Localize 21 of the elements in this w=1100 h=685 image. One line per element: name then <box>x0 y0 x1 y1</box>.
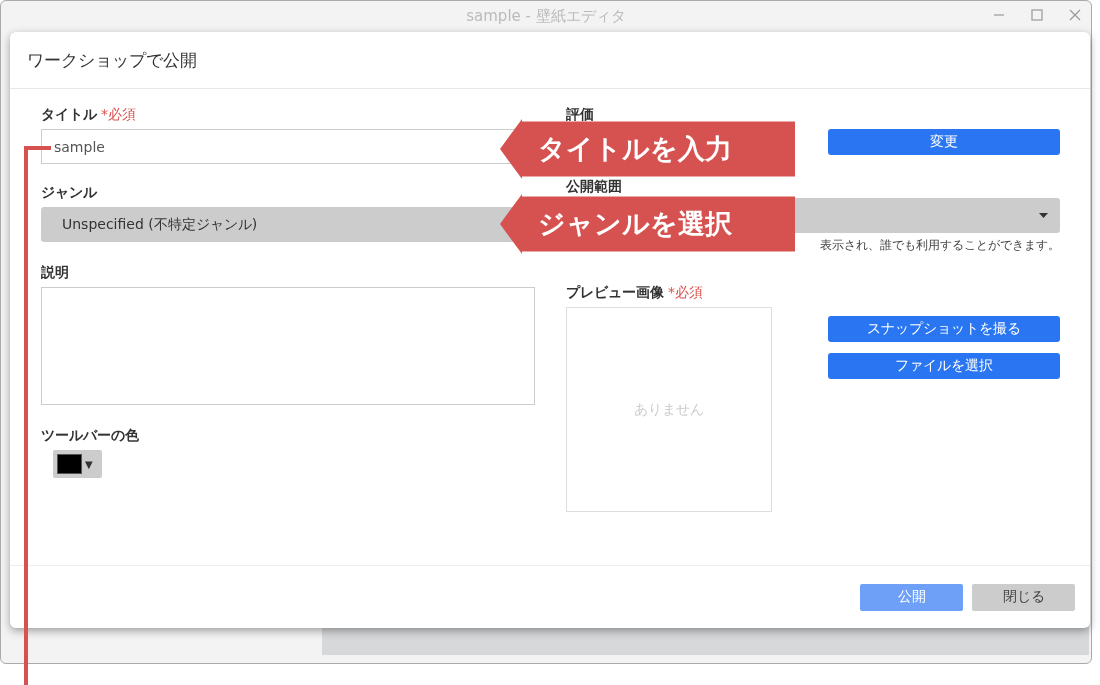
callout-tooltip: ジャンルを選択 <box>500 194 795 254</box>
field-label: プレビュー画像 <box>566 284 664 302</box>
field-label: タイトル <box>41 106 97 124</box>
description-field[interactable] <box>41 287 535 405</box>
preview-button[interactable]: スナップショットを撮る <box>828 316 1060 342</box>
maximize-icon[interactable] <box>1031 9 1043 21</box>
field-label: ジャンル <box>41 184 97 202</box>
dropdown-arrow-icon <box>1039 213 1048 218</box>
change-button[interactable]: 変更 <box>828 129 1060 155</box>
preview-button[interactable]: ファイルを選択 <box>828 353 1060 379</box>
field-label: 公開範囲 <box>566 178 622 196</box>
required-mark: *必須 <box>668 284 703 302</box>
dialog-title: ワークショップで公開 <box>27 48 197 72</box>
caret-icon: ▼ <box>85 458 93 470</box>
field-label: 説明 <box>41 264 69 282</box>
color-picker[interactable]: ▼ <box>53 450 102 478</box>
close-icon[interactable] <box>1069 9 1081 21</box>
close-button[interactable]: 閉じる <box>972 583 1075 611</box>
visibility-hint: 表示され、誰でも利用することができます。 <box>819 237 1060 254</box>
required-mark: *必須 <box>101 106 136 124</box>
field-label: ツールバーの色 <box>41 427 139 445</box>
